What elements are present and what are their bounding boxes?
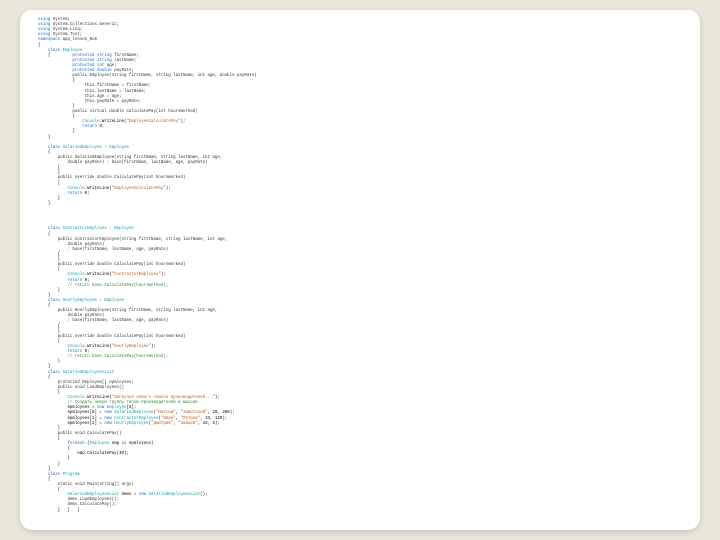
code-block: using System; using System.Collections.G…: [20, 10, 700, 522]
slide-card: using System; using System.Collections.G…: [20, 10, 700, 530]
